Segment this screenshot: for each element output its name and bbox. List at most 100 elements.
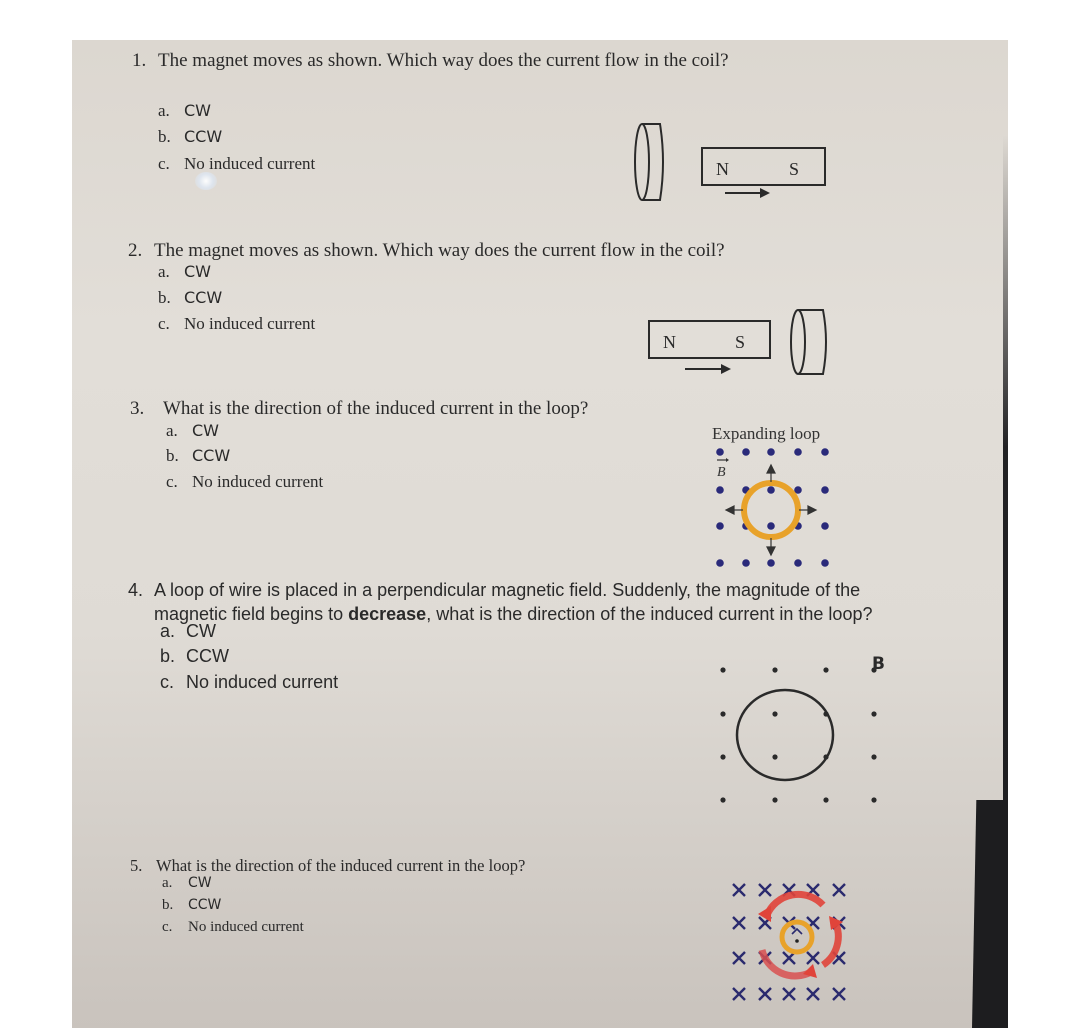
north-pole-label: N — [663, 332, 676, 352]
north-pole-label: N — [716, 159, 729, 179]
option-letter: a. — [158, 262, 170, 281]
option-label: CW — [184, 101, 211, 120]
option-label: No induced current — [184, 154, 316, 173]
field-dot — [716, 559, 724, 567]
field-dot — [767, 522, 775, 530]
figure-loop-in-field: B — [720, 654, 885, 803]
question-number: 4. — [128, 580, 144, 600]
field-cross — [782, 987, 796, 1001]
field-dot — [720, 711, 726, 717]
option-letter: b. — [162, 897, 174, 913]
option-label: CCW — [184, 127, 223, 146]
option-label: CCW — [188, 897, 222, 913]
field-cross — [832, 987, 846, 1001]
option-c[interactable]: c. No induced current — [158, 154, 315, 174]
field-cross — [806, 987, 820, 1001]
option-b[interactable]: b. CCW — [166, 446, 230, 466]
option-letter: b. — [166, 446, 179, 465]
option-letter: a. — [158, 101, 170, 120]
field-dot — [871, 754, 877, 760]
field-dot — [720, 754, 726, 760]
option-letter: a. — [160, 621, 176, 641]
field-dot — [794, 559, 802, 567]
field-cross — [732, 987, 746, 1001]
option-a[interactable]: a. CW — [158, 262, 211, 282]
field-dot — [794, 448, 802, 456]
question-text: The magnet moves as shown. Which way doe… — [158, 50, 729, 71]
figure-expanding-loop: Expanding loop B — [712, 424, 829, 567]
option-label: No induced current — [192, 472, 324, 491]
option-c[interactable]: c. No induced current — [162, 919, 304, 936]
option-c[interactable]: c. No induced current — [158, 314, 315, 334]
option-b[interactable]: b. CCW — [160, 646, 229, 667]
svg-text:B: B — [717, 465, 726, 480]
question-2: 2. The magnet moves as shown. Which way d… — [128, 240, 725, 262]
field-dot — [720, 797, 726, 803]
option-label: CW — [186, 621, 216, 641]
field-dot — [767, 559, 775, 567]
field-cross — [732, 883, 746, 897]
question-text: What is the direction of the induced cur… — [163, 398, 589, 419]
question-text: What is the direction of the induced cur… — [156, 856, 526, 875]
field-dots — [720, 667, 877, 803]
field-cross — [758, 883, 772, 897]
field-dot — [821, 522, 829, 530]
field-dot — [716, 522, 724, 530]
option-label: No induced current — [186, 672, 339, 692]
field-cross — [732, 951, 746, 965]
option-a[interactable]: a. CW — [158, 101, 211, 121]
coil-icon — [790, 309, 827, 375]
question-5: 5. What is the direction of the induced c… — [130, 856, 525, 876]
option-letter: b. — [158, 288, 171, 307]
option-letter: c. — [160, 672, 175, 692]
option-letter: b. — [160, 646, 176, 666]
option-b[interactable]: b. CCW — [162, 897, 221, 914]
option-label: No induced current — [188, 919, 304, 935]
option-a[interactable]: a. CW — [162, 875, 212, 892]
option-letter: b. — [158, 127, 171, 146]
question-text: The magnet moves as shown. Which way doe… — [154, 240, 725, 261]
field-dot — [716, 486, 724, 494]
figure-magnet-coil-1: N S — [634, 123, 826, 201]
option-letter: c. — [166, 472, 178, 491]
field-dot — [821, 559, 829, 567]
motion-arrow-icon — [725, 188, 770, 198]
option-b[interactable]: b. CCW — [158, 127, 222, 147]
option-label: CW — [184, 262, 211, 281]
loop-icon — [779, 919, 815, 955]
option-label: CCW — [184, 288, 223, 307]
option-letter: a. — [166, 421, 178, 440]
south-pole-label: S — [789, 159, 799, 179]
loop-center-dot — [795, 939, 799, 943]
field-dot — [767, 486, 775, 494]
option-a[interactable]: a. CW — [160, 621, 216, 642]
option-label: CW — [188, 875, 212, 891]
field-dot — [742, 559, 750, 567]
question-3: 3. What is the direction of the induced c… — [130, 398, 588, 420]
option-b[interactable]: b. CCW — [158, 288, 222, 308]
field-cross — [832, 883, 846, 897]
expansion-arrows-icon — [724, 463, 818, 557]
field-dot — [772, 754, 778, 760]
field-dot — [716, 448, 724, 456]
field-crosses — [732, 883, 846, 1001]
question-text-line2-end: , what is the direction of the induced c… — [426, 604, 873, 624]
option-c[interactable]: c. No induced current — [166, 472, 323, 492]
field-cross — [732, 916, 746, 930]
field-dot — [871, 797, 877, 803]
option-letter: c. — [162, 919, 173, 935]
question-number: 3. — [130, 398, 145, 419]
monitor-bezel-corner — [972, 800, 1008, 1028]
option-letter: c. — [158, 314, 170, 333]
question-4: 4. A loop of wire is placed in a perpendi… — [128, 578, 872, 626]
option-a[interactable]: a. CW — [166, 421, 219, 441]
field-label: B — [872, 654, 885, 674]
rotation-arrows-icon — [758, 890, 843, 980]
field-dot — [823, 797, 829, 803]
caret-icon — [791, 927, 803, 935]
option-label: CW — [192, 421, 219, 440]
option-c[interactable]: c. No induced current — [160, 672, 338, 693]
field-dot — [767, 448, 775, 456]
field-dot — [742, 448, 750, 456]
field-dot — [772, 711, 778, 717]
